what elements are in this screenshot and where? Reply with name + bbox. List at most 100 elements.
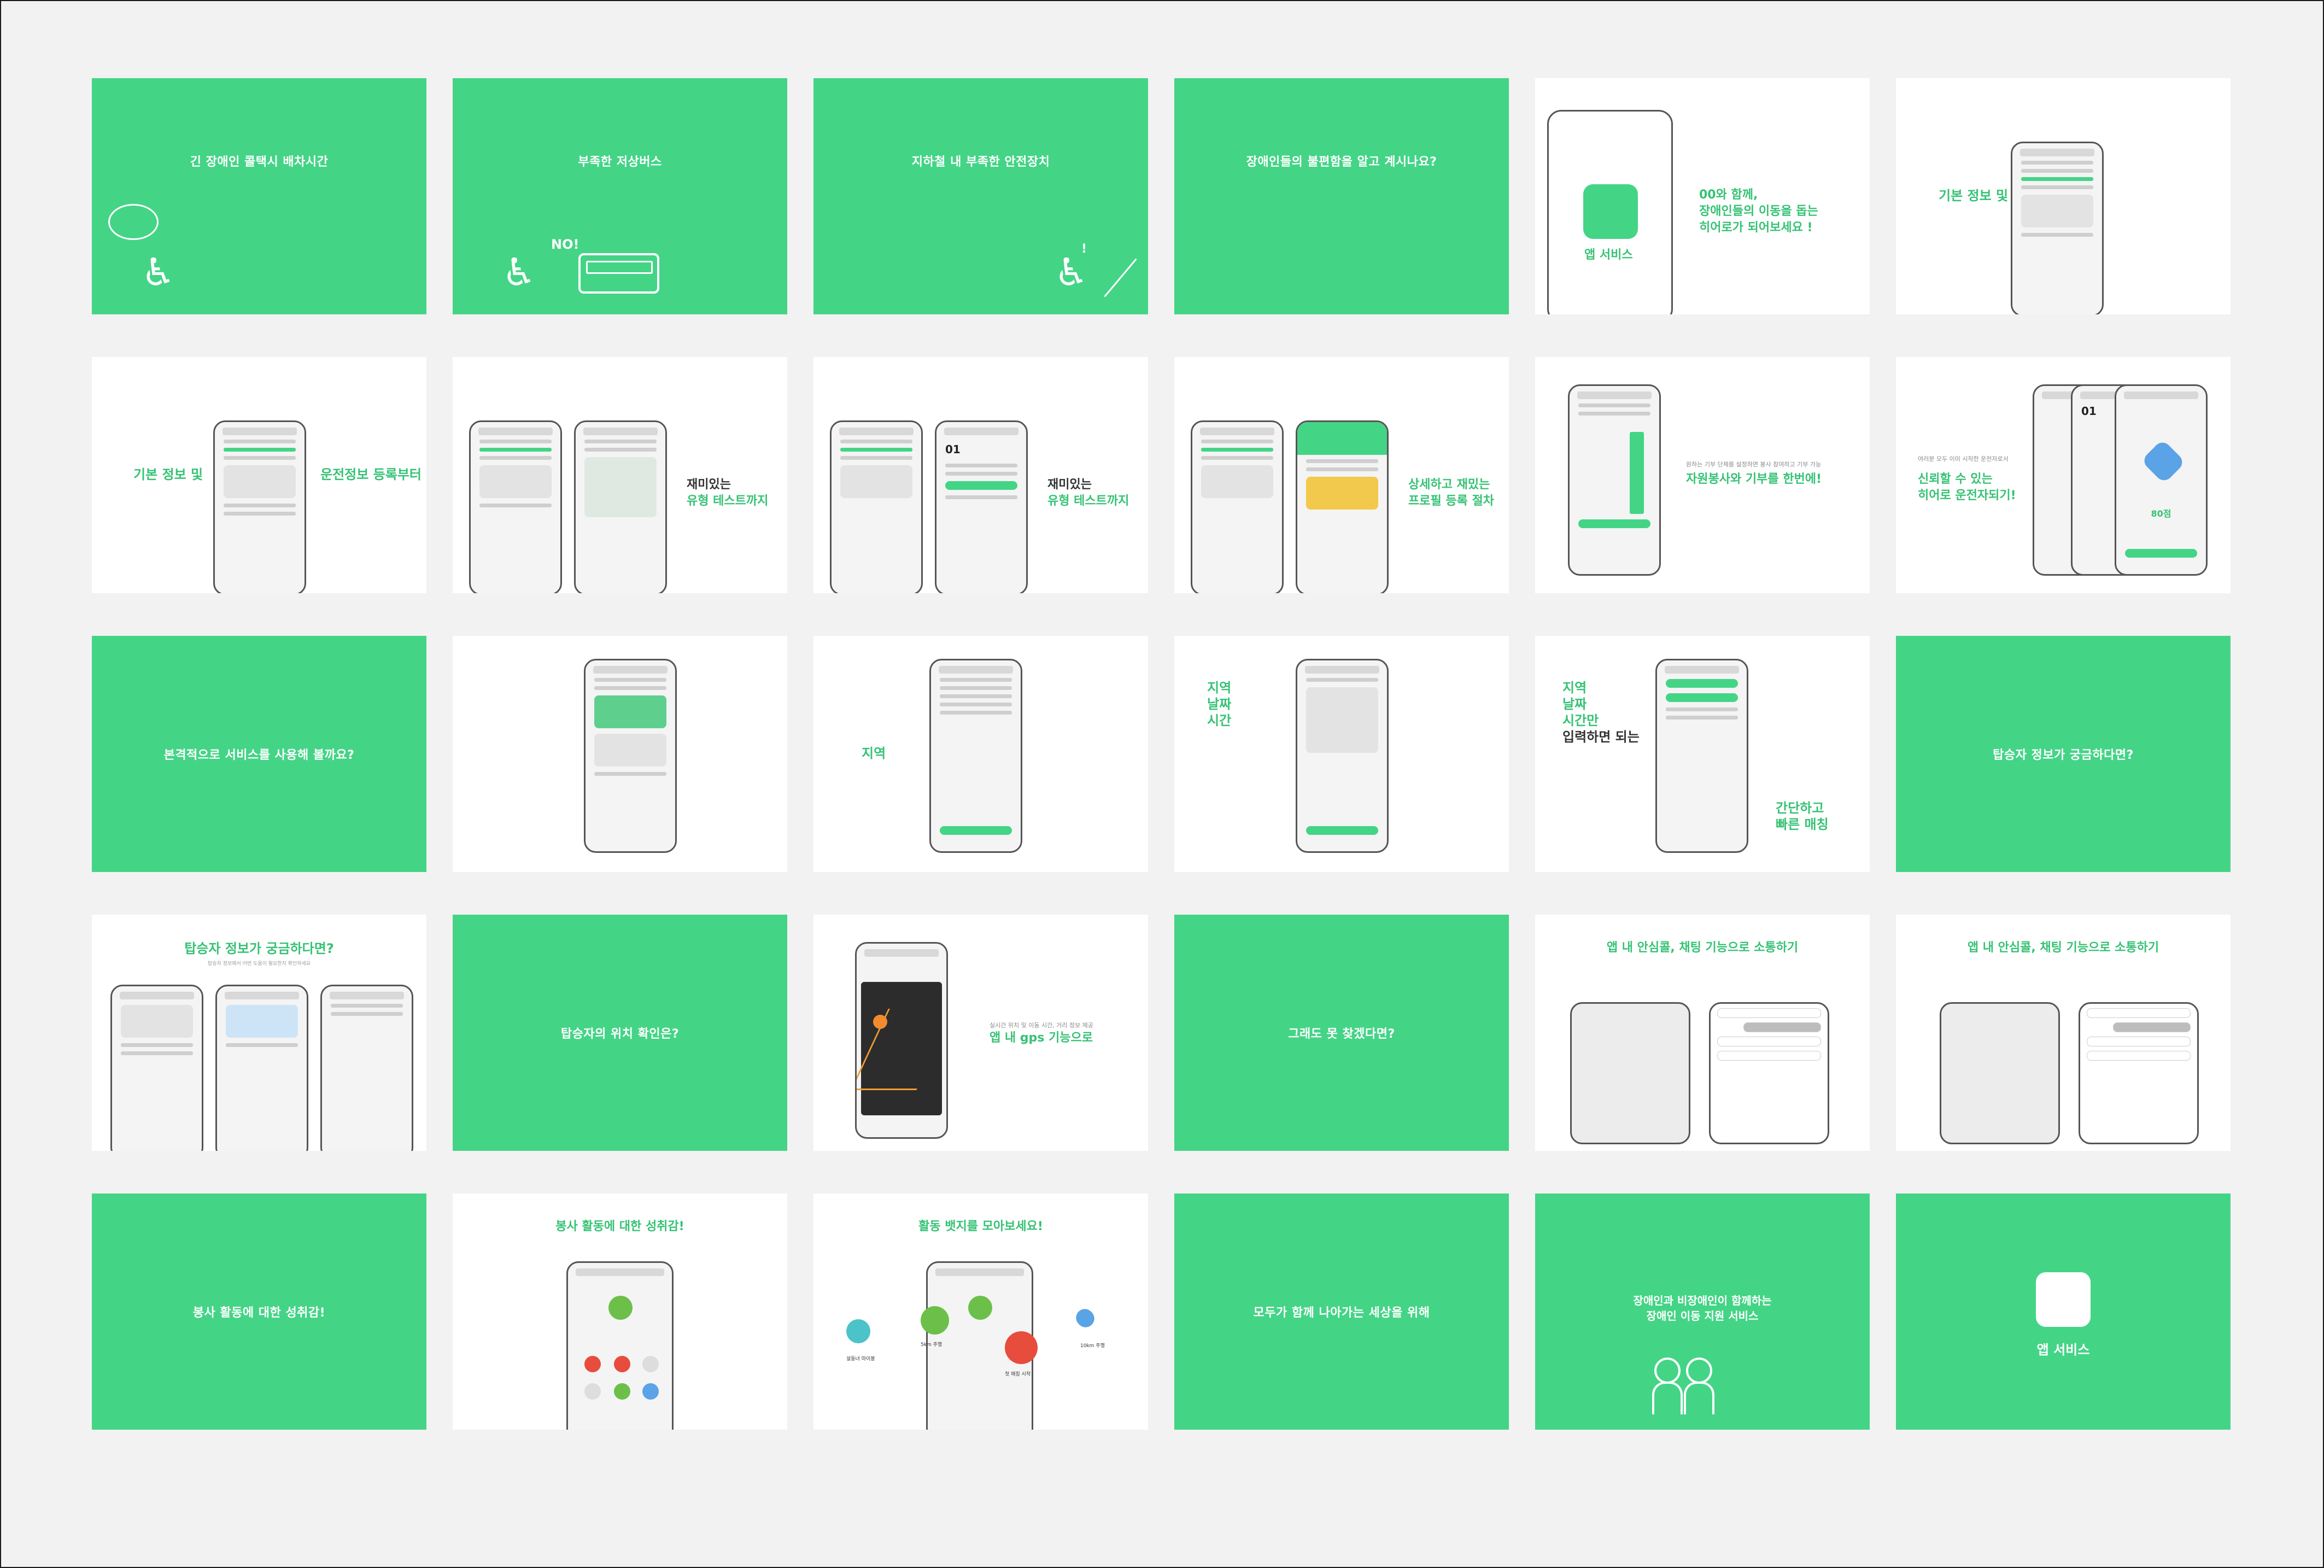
volunteer-donate-label: 자원봉사와 기부를 한번에! (1686, 472, 1822, 486)
slide-driver-info[interactable]: 기본 정보 및 운전정보 등록부터 (92, 357, 426, 593)
slide-rider-info[interactable]: 탑승자 정보가 궁금하다면? (1896, 636, 2231, 872)
slide-rider-location[interactable]: 탑승자의 위치 확인은? (453, 915, 787, 1151)
title-line-1: 장애인과 비장애인이 함께하는 (1633, 1294, 1772, 1307)
wheelchair-icon: ♿ (1054, 250, 1088, 295)
phone-mock (929, 659, 1022, 853)
badge-icon-3 (1005, 1331, 1038, 1364)
slide-volunteer-donate[interactable]: 원하는 기부 단체를 설정하면 봉사 참여하고 기부 가능 자원봉사와 기부를 … (1535, 357, 1870, 593)
label-line-1: 재미있는 (687, 478, 731, 492)
slide-title: 모두가 함께 나아가는 세상을 위해 (1253, 1306, 1430, 1320)
slide-quick-match[interactable]: 지역 날짜 시간만 입력하면 되는 간단하고 빠른 매칭 (1535, 636, 1870, 872)
app-logo-icon (1583, 184, 1638, 239)
slide-title: 앱 내 안심콜, 채팅 기능으로 소통하기 (1967, 941, 2159, 955)
label-region: 지역 (1562, 680, 1587, 695)
phone-mock (855, 942, 948, 1139)
slide-title: 봉사 활동에 대한 성취감! (192, 1306, 326, 1320)
slide-grid: 긴 장애인 콜택시 배차시간 ♿ 부족한 저상버스 ♿ NO! 지하철 내 부족… (92, 78, 2231, 1430)
people-icon (1684, 1358, 1735, 1414)
slide-title: 그래도 못 찾겠다면? (1288, 1027, 1395, 1041)
slide-achievement[interactable]: 봉사 활동에 대한 성취감! (92, 1193, 426, 1430)
exclamation-mark: ! (1081, 242, 1087, 256)
app-service-label: 앱 서비스 (2036, 1342, 2090, 1358)
slide-title: 봉사 활동에 대한 성취감! (555, 1220, 684, 1233)
slide-basic-info[interactable]: 기본 정보 및 (1896, 78, 2231, 314)
label-time: 시간만 (1562, 713, 1599, 728)
slide-start-service[interactable]: 본격적으로 서비스를 사용해 볼까요? (92, 636, 426, 872)
slide-type-test-1[interactable]: 재미있는 유형 테스트까지 (453, 357, 787, 593)
phone-mock (1296, 659, 1389, 853)
small-caption: 여러분 모두 이미 시작한 운전자로서 (1918, 455, 2009, 463)
wheelchair-icon: ♿ (141, 250, 175, 295)
slide-call-chat-1[interactable]: 앱 내 안심콜, 채팅 기능으로 소통하기 (1535, 915, 1870, 1151)
phone-map (1940, 1002, 2060, 1144)
no-text: NO! (551, 237, 579, 252)
right-label: 운전정보 등록부터 (320, 467, 422, 482)
slide-rider-profile[interactable]: 탑승자 정보가 궁금하다면? 탑승자 정보에서 어떤 도움이 필요한지 확인하세… (92, 915, 426, 1151)
label-line-1: 신뢰할 수 있는 (1918, 472, 1993, 486)
clock-thought-icon (108, 204, 159, 240)
app-service-label: 앱 서비스 (1584, 248, 1633, 262)
label-region: 지역 (1207, 680, 1232, 695)
slide-achievement-screen[interactable]: 봉사 활동에 대한 성취감! (453, 1193, 787, 1430)
title-line-2: 장애인 이동 지원 서비스 (1646, 1309, 1759, 1323)
label-line-1: 상세하고 재밌는 (1408, 478, 1490, 492)
slide-title: 앱 내 안심콜, 채팅 기능으로 소통하기 (1606, 941, 1799, 955)
slide-trusted-hero[interactable]: 여러분 모두 이미 시작한 운전자로서 신뢰할 수 있는 히어로 운전자되기! … (1896, 357, 2231, 593)
label-date: 날짜 (1562, 697, 1587, 712)
slide-title: 장애인들의 불편함을 알고 계시나요? (1246, 155, 1437, 169)
phone-mock (584, 659, 677, 853)
label-fast-matching: 빠른 매칭 (1776, 817, 1829, 832)
slide-taxi-wait[interactable]: 긴 장애인 콜택시 배차시간 ♿ (92, 78, 426, 314)
cane-icon (1104, 258, 1137, 297)
headline-line-3: 히어로가 되어보세요 ! (1699, 221, 1813, 235)
points-value: 80점 (2151, 508, 2171, 519)
slide-low-floor-bus[interactable]: 부족한 저상버스 ♿ NO! (453, 78, 787, 314)
label-line-1: 재미있는 (1047, 478, 1092, 492)
phone-mock-1 (110, 985, 203, 1151)
slide-badges[interactable]: 활동 뱃지를 모아보세요! 설동녀 마이봉 5km 주행 첫 매칭 시작 10k… (813, 1193, 1148, 1430)
badge-icon-2 (921, 1306, 949, 1335)
slide-app-service[interactable]: 앱 서비스 (1896, 1193, 2231, 1430)
phone-mock-right (1296, 420, 1389, 593)
slide-home-screen[interactable] (453, 636, 787, 872)
slide-date-time[interactable]: 지역 날짜 시간 (1174, 636, 1509, 872)
label-time: 시간 (1207, 713, 1232, 728)
heart-badge-icon (1072, 1305, 1098, 1331)
slide-gps[interactable]: 실시간 위치 및 이동 시간, 거리 정보 제공 앱 내 gps 기능으로 (813, 915, 1148, 1151)
slide-profile-register[interactable]: 상세하고 재밌는 프로필 등록 절차 (1174, 357, 1509, 593)
phone-mock-right (574, 420, 667, 593)
phone-mock (1655, 659, 1748, 853)
slide-type-test-2[interactable]: 01 재미있는 유형 테스트까지 (813, 357, 1148, 593)
bus-icon (578, 253, 659, 294)
location-pin-icon (873, 1015, 887, 1029)
slide-region-select[interactable]: 지역 (813, 636, 1148, 872)
slide-subtitle: 탑승자 정보에서 어떤 도움이 필요한지 확인하세요 (207, 961, 311, 967)
step-number: 01 (945, 443, 961, 456)
slide-inconvenience[interactable]: 장애인들의 불편함을 알고 계시나요? (1174, 78, 1509, 314)
phone-mock-left (469, 420, 562, 593)
phone-mock (1568, 384, 1661, 576)
phone-mock (2011, 142, 2104, 314)
heart-icon (2140, 438, 2186, 484)
slide-title: 긴 장애인 콜택시 배차시간 (190, 155, 329, 169)
slide-subway-safety[interactable]: 지하철 내 부족한 안전장치 ♿ ! (813, 78, 1148, 314)
small-caption: 원하는 기부 단체를 설정하면 봉사 참여하고 기부 가능 (1686, 461, 1822, 468)
slide-app-hero[interactable]: 앱 서비스 00와 함께, 장애인들의 이동을 돕는 히어로가 되어보세요 ! (1535, 78, 1870, 314)
slide-title: 부족한 저상버스 (578, 155, 662, 169)
phone-map (1570, 1002, 1690, 1144)
slide-title: 탑승자의 위치 확인은? (560, 1027, 680, 1041)
phone-mock-left (1191, 420, 1284, 593)
slide-mobility-support[interactable]: 장애인과 비장애인이 함께하는 장애인 이동 지원 서비스 (1535, 1193, 1870, 1430)
headline-line-1: 00와 함께, (1699, 188, 1758, 202)
phone-mock-2 (215, 985, 308, 1151)
slide-call-chat-2[interactable]: 앱 내 안심콜, 채팅 기능으로 소통하기 (1896, 915, 2231, 1151)
label-simple: 간단하고 (1776, 800, 1824, 816)
app-logo-icon (2036, 1272, 2091, 1327)
slide-cannot-find[interactable]: 그래도 못 찾겠다면? (1174, 915, 1509, 1151)
phone-chat (1709, 1002, 1829, 1144)
slide-together[interactable]: 모두가 함께 나아가는 세상을 위해 (1174, 1193, 1509, 1430)
label-line-2: 히어로 운전자되기! (1918, 489, 2016, 502)
phone-mock (566, 1261, 674, 1430)
badge-label-1: 설동녀 마이봉 (846, 1356, 875, 1362)
wheelchair-icon: ♿ (502, 250, 536, 295)
